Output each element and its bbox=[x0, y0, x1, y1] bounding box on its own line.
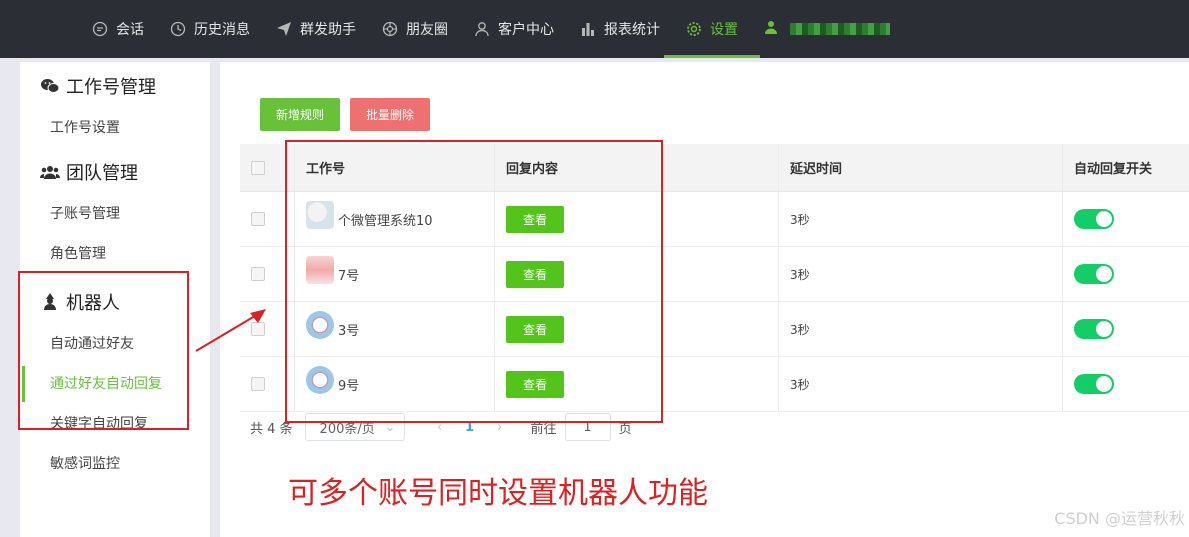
nav-reports-label: 报表统计 bbox=[604, 22, 660, 38]
moments-icon bbox=[382, 21, 398, 37]
row-checkbox[interactable] bbox=[251, 267, 265, 281]
nav-moments-label: 朋友圈 bbox=[406, 22, 448, 38]
select-all-checkbox[interactable] bbox=[251, 160, 265, 175]
nav-chat-label: 会话 bbox=[116, 22, 144, 38]
header-switch: 自动回复开关 bbox=[1074, 162, 1153, 177]
sidebar-item-subaccounts[interactable]: 子账号管理 bbox=[20, 194, 210, 234]
nav-customer[interactable]: 客户中心 bbox=[470, 0, 576, 58]
nav-broadcast-label: 群发助手 bbox=[300, 22, 356, 38]
sidebar-item-sensitive-words[interactable]: 敏感词监控 bbox=[20, 444, 210, 484]
team-icon bbox=[40, 164, 60, 180]
nav-chat[interactable]: 会话 bbox=[88, 0, 166, 58]
top-nav: 会话 历史消息 群发助手 朋友圈 客户中心 报表统计 设置 bbox=[0, 0, 1189, 58]
nav-history-label: 历史消息 bbox=[194, 22, 250, 38]
auto-reply-toggle[interactable] bbox=[1074, 264, 1114, 284]
batch-delete-button[interactable]: 批量删除 bbox=[350, 98, 430, 131]
user-name-redacted bbox=[790, 23, 890, 35]
annotation-box-sidebar bbox=[18, 271, 189, 430]
header-delay: 延迟时间 bbox=[779, 144, 1063, 191]
user-menu[interactable] bbox=[764, 20, 890, 38]
nav-settings-label: 设置 bbox=[710, 22, 738, 38]
nav-reports[interactable]: 报表统计 bbox=[576, 0, 682, 58]
bar-chart-icon bbox=[580, 21, 596, 37]
annotation-box-table bbox=[285, 140, 663, 423]
auto-reply-toggle[interactable] bbox=[1074, 374, 1114, 394]
nav-customer-label: 客户中心 bbox=[498, 22, 554, 38]
chat-icon bbox=[92, 21, 108, 37]
nav-history[interactable]: 历史消息 bbox=[166, 0, 272, 58]
sidebar-group-accounts-title: 工作号管理 bbox=[66, 77, 156, 98]
clock-icon bbox=[170, 21, 186, 37]
delay-value: 3秒 bbox=[790, 322, 810, 337]
add-rule-button[interactable]: 新增规则 bbox=[260, 98, 340, 131]
row-checkbox[interactable] bbox=[251, 377, 265, 391]
delay-value: 3秒 bbox=[790, 267, 810, 282]
row-checkbox[interactable] bbox=[251, 212, 265, 226]
annotation-arrow bbox=[195, 309, 266, 352]
sidebar-group-accounts: 工作号管理 bbox=[20, 64, 210, 108]
nav-settings[interactable]: 设置 bbox=[664, 0, 760, 58]
wechat-icon bbox=[40, 78, 60, 94]
nav-moments[interactable]: 朋友圈 bbox=[378, 0, 470, 58]
watermark: CSDN @运营秋秋 bbox=[1054, 509, 1185, 528]
delay-value: 3秒 bbox=[790, 377, 810, 392]
sidebar-item-account-settings[interactable]: 工作号设置 bbox=[20, 108, 210, 148]
delay-value: 3秒 bbox=[790, 212, 810, 227]
user-avatar-icon bbox=[764, 20, 778, 38]
annotation-text: 可多个账号同时设置机器人功能 bbox=[288, 476, 708, 511]
nav-broadcast[interactable]: 群发助手 bbox=[272, 0, 378, 58]
auto-reply-toggle[interactable] bbox=[1074, 319, 1114, 339]
user-icon bbox=[474, 21, 490, 37]
sidebar-group-team-title: 团队管理 bbox=[66, 163, 138, 184]
gear-icon bbox=[686, 21, 702, 37]
send-icon bbox=[276, 21, 292, 37]
sidebar-item-roles[interactable]: 角色管理 bbox=[20, 234, 210, 274]
sidebar-group-team: 团队管理 bbox=[20, 150, 210, 194]
auto-reply-toggle[interactable] bbox=[1074, 209, 1114, 229]
